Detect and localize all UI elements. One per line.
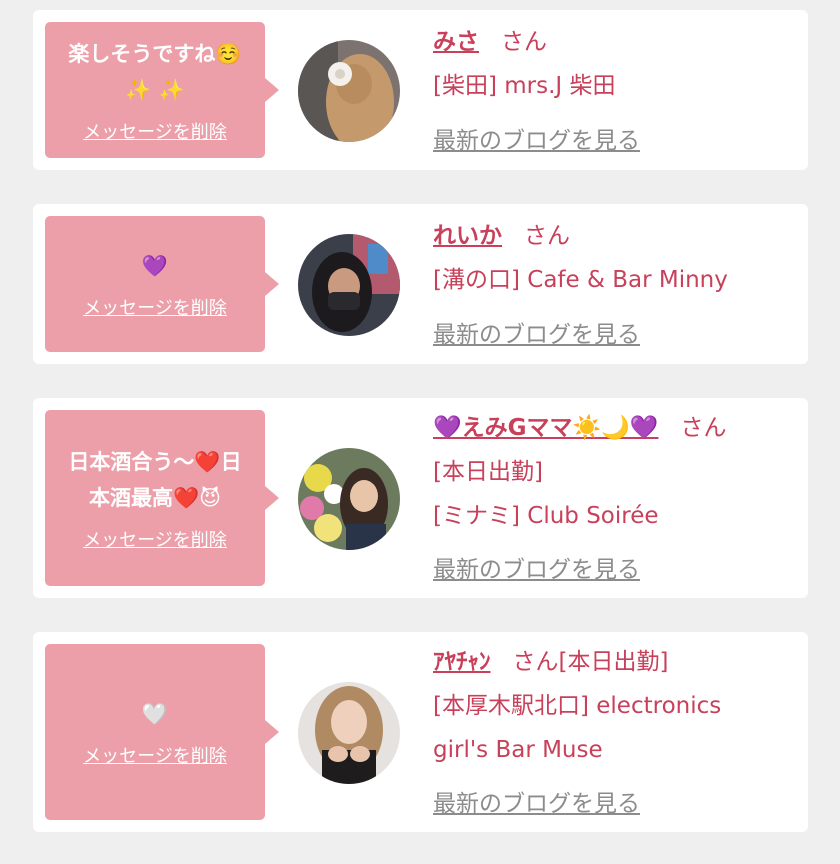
message-card: 🤍 メッセージを削除 ｱﾔﾁｬﾝ さん[本日出勤] [本厚木駅北口] electr… (33, 632, 808, 832)
shop-info: [溝の口] Cafe & Bar Minny (433, 267, 728, 293)
message-card: 💜 メッセージを削除 れいか さん [溝の口] Cafe & Bar Minny … (33, 204, 808, 364)
cast-name-link[interactable]: みさ (433, 29, 479, 55)
latest-blog-link[interactable]: 最新のブログを見る (433, 322, 640, 348)
message-bubble: 楽しそうですね☺️ ✨ ✨ メッセージを削除 (45, 22, 279, 158)
message-text: 日本酒合う〜❤️日 (68, 450, 242, 474)
cast-info: 💜えみGママ☀️🌙💜 さん [本日出勤] [ミナミ] Club Soirée 最新… (433, 406, 798, 592)
cast-info: れいか さん [溝の口] Cafe & Bar Minny 最新のブログを見る (433, 214, 798, 357)
avatar[interactable] (298, 234, 400, 336)
cast-name-link[interactable]: ｱﾔﾁｬﾝ (433, 649, 491, 675)
delete-message-link[interactable]: メッセージを削除 (83, 118, 227, 144)
message-text: 楽しそうですね☺️ (68, 42, 242, 66)
avatar[interactable] (298, 682, 400, 784)
cast-info: ｱﾔﾁｬﾝ さん[本日出勤] [本厚木駅北口] electronics girl'… (433, 640, 798, 826)
cast-info: みさ さん [柴田] mrs.J 柴田 最新のブログを見る (433, 20, 798, 163)
honorific: さん (501, 29, 547, 55)
message-card: 日本酒合う〜❤️日 本酒最高❤️😈 メッセージを削除 💜えみGママ☀️🌙💜 さん … (33, 398, 808, 598)
latest-blog-link[interactable]: 最新のブログを見る (433, 557, 640, 583)
delete-message-link[interactable]: メッセージを削除 (83, 294, 227, 320)
avatar[interactable] (298, 448, 400, 550)
message-text: 💜 (141, 254, 169, 278)
latest-blog-link[interactable]: 最新のブログを見る (433, 128, 640, 154)
message-text-line2: 本酒最高❤️😈 (88, 486, 222, 510)
delete-message-link[interactable]: メッセージを削除 (83, 526, 227, 552)
shift-status: [本日出勤] (433, 459, 543, 485)
shop-info-line2: girl's Bar Muse (433, 737, 603, 763)
honorific: さん (524, 223, 570, 249)
honorific: さん[本日出勤] (512, 649, 669, 675)
message-bubble: 🤍 メッセージを削除 (45, 644, 279, 820)
avatar[interactable] (298, 40, 400, 142)
message-text-line2: ✨ ✨ (125, 78, 185, 102)
message-bubble: 日本酒合う〜❤️日 本酒最高❤️😈 メッセージを削除 (45, 410, 279, 586)
message-bubble: 💜 メッセージを削除 (45, 216, 279, 352)
delete-message-link[interactable]: メッセージを削除 (83, 742, 227, 768)
shop-info: [ミナミ] Club Soirée (433, 503, 659, 529)
cast-name-link[interactable]: 💜えみGママ☀️🌙💜 (433, 415, 658, 441)
cast-name-link[interactable]: れいか (433, 223, 502, 249)
message-card: 楽しそうですね☺️ ✨ ✨ メッセージを削除 みさ さん [柴田] mrs.J 柴… (33, 10, 808, 170)
shop-info: [柴田] mrs.J 柴田 (433, 73, 616, 99)
latest-blog-link[interactable]: 最新のブログを見る (433, 791, 640, 817)
shop-info: [本厚木駅北口] electronics (433, 693, 722, 719)
message-text: 🤍 (141, 702, 169, 726)
honorific: さん (680, 415, 727, 441)
